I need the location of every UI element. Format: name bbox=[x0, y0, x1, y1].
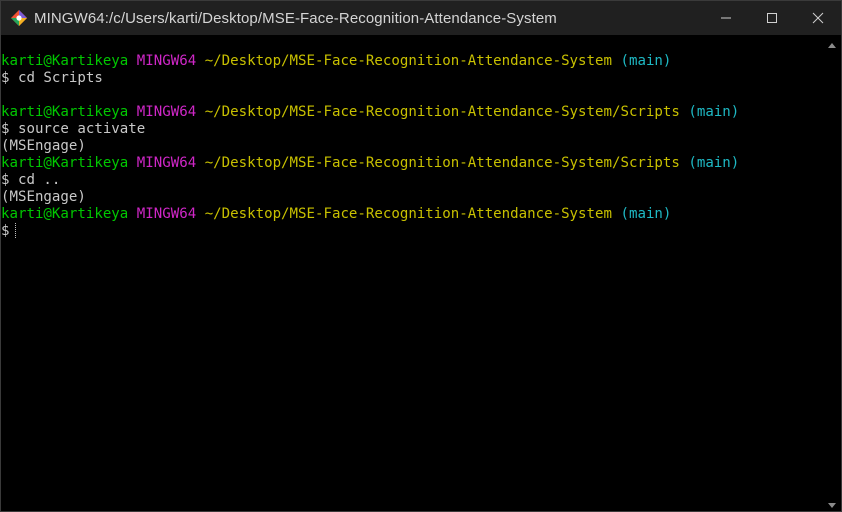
prompt-line: karti@Kartikeya MINGW64 ~/Desktop/MSE-Fa… bbox=[1, 53, 821, 70]
prompt-line: karti@Kartikeya MINGW64 ~/Desktop/MSE-Fa… bbox=[1, 104, 821, 121]
prompt-user: karti@Kartikeya bbox=[1, 53, 129, 69]
venv-line: (MSEngage) bbox=[1, 138, 86, 154]
minimize-icon bbox=[720, 9, 732, 28]
prompt-line: karti@Kartikeya MINGW64 ~/Desktop/MSE-Fa… bbox=[1, 155, 821, 172]
prompt-path: ~/Desktop/MSE-Face-Recognition-Attendanc… bbox=[204, 206, 612, 222]
command-line: $ source activate bbox=[1, 121, 146, 137]
prompt-env: MINGW64 bbox=[136, 104, 197, 120]
minimize-button[interactable] bbox=[703, 1, 749, 35]
prompt-user: karti@Kartikeya bbox=[1, 104, 129, 120]
terminal-window: MINGW64:/c/Users/karti/Desktop/MSE-Face-… bbox=[0, 0, 842, 512]
prompt-branch: (main) bbox=[688, 104, 740, 120]
scroll-down-icon[interactable] bbox=[828, 503, 836, 508]
input-line[interactable]: $ bbox=[1, 223, 821, 240]
command-line: $ cd .. bbox=[1, 172, 61, 188]
prompt-path: ~/Desktop/MSE-Face-Recognition-Attendanc… bbox=[204, 104, 680, 120]
venv-line: (MSEngage) bbox=[1, 189, 86, 205]
maximize-icon bbox=[766, 9, 778, 28]
title-bar[interactable]: MINGW64:/c/Users/karti/Desktop/MSE-Face-… bbox=[1, 1, 841, 35]
prompt-branch: (main) bbox=[620, 206, 672, 222]
prompt-user: karti@Kartikeya bbox=[1, 155, 129, 171]
window-controls bbox=[703, 1, 841, 35]
prompt-env: MINGW64 bbox=[136, 53, 197, 69]
text-cursor bbox=[14, 223, 17, 238]
prompt-branch: (main) bbox=[688, 155, 740, 171]
vertical-scrollbar[interactable] bbox=[823, 35, 841, 511]
window-title: MINGW64:/c/Users/karti/Desktop/MSE-Face-… bbox=[34, 9, 557, 27]
prompt-path: ~/Desktop/MSE-Face-Recognition-Attendanc… bbox=[204, 53, 612, 69]
prompt-path: ~/Desktop/MSE-Face-Recognition-Attendanc… bbox=[204, 155, 680, 171]
scroll-up-icon[interactable] bbox=[828, 43, 836, 48]
prompt-branch: (main) bbox=[620, 53, 672, 69]
prompt-env: MINGW64 bbox=[136, 155, 197, 171]
command-line: $ cd Scripts bbox=[1, 70, 103, 86]
prompt-user: karti@Kartikeya bbox=[1, 206, 129, 222]
prompt-env: MINGW64 bbox=[136, 206, 197, 222]
close-icon bbox=[812, 9, 824, 28]
close-button[interactable] bbox=[795, 1, 841, 35]
git-bash-icon[interactable] bbox=[10, 9, 28, 27]
terminal-output[interactable]: karti@Kartikeya MINGW64 ~/Desktop/MSE-Fa… bbox=[1, 53, 821, 511]
prompt-symbol: $ bbox=[1, 223, 10, 239]
prompt-line: karti@Kartikeya MINGW64 ~/Desktop/MSE-Fa… bbox=[1, 206, 821, 223]
maximize-button[interactable] bbox=[749, 1, 795, 35]
